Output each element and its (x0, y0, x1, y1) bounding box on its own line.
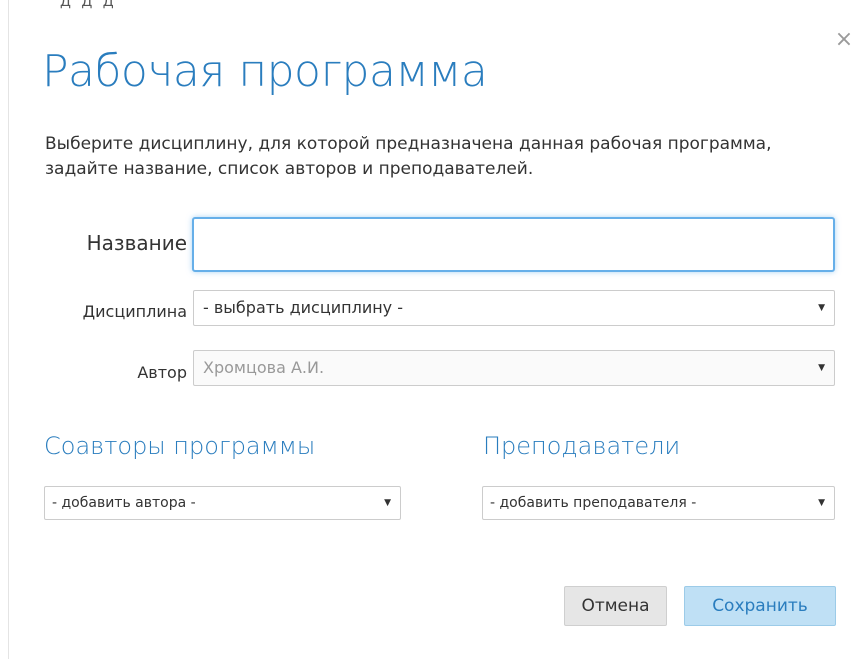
discipline-select-value: - выбрать дисциплину - (203, 298, 404, 317)
dialog-description: Выберите дисциплину, для которой предназ… (45, 134, 772, 179)
discipline-select[interactable]: - выбрать дисциплину - ▼ (193, 290, 835, 326)
add-teacher-select[interactable]: - добавить преподавателя - ▼ (482, 486, 835, 520)
add-coauthor-select[interactable]: - добавить автора - ▼ (44, 486, 401, 520)
name-input[interactable] (192, 217, 835, 272)
close-icon[interactable]: × (834, 29, 854, 51)
add-teacher-select-value: - добавить преподавателя - (490, 495, 697, 511)
partially-hidden-header-text: Д Д Д (60, 0, 117, 10)
author-select[interactable]: Хромцова А.И. ▼ (193, 350, 835, 386)
cancel-button[interactable]: Отмена (564, 586, 667, 626)
discipline-label: Дисциплина (82, 302, 187, 321)
dialog-title: Рабочая программа (42, 46, 488, 97)
save-button[interactable]: Сохранить (684, 586, 836, 626)
page-edge-divider (8, 0, 9, 659)
chevron-down-icon: ▼ (818, 303, 825, 313)
author-select-value: Хромцова А.И. (203, 358, 325, 377)
teachers-section-title: Преподаватели (483, 432, 681, 460)
author-label: Автор (137, 363, 187, 382)
name-label: Название (86, 231, 187, 255)
chevron-down-icon: ▼ (818, 498, 825, 508)
coauthors-section-title: Соавторы программы (44, 432, 316, 460)
chevron-down-icon: ▼ (384, 498, 391, 508)
add-coauthor-select-value: - добавить автора - (52, 495, 196, 511)
chevron-down-icon: ▼ (818, 363, 825, 373)
